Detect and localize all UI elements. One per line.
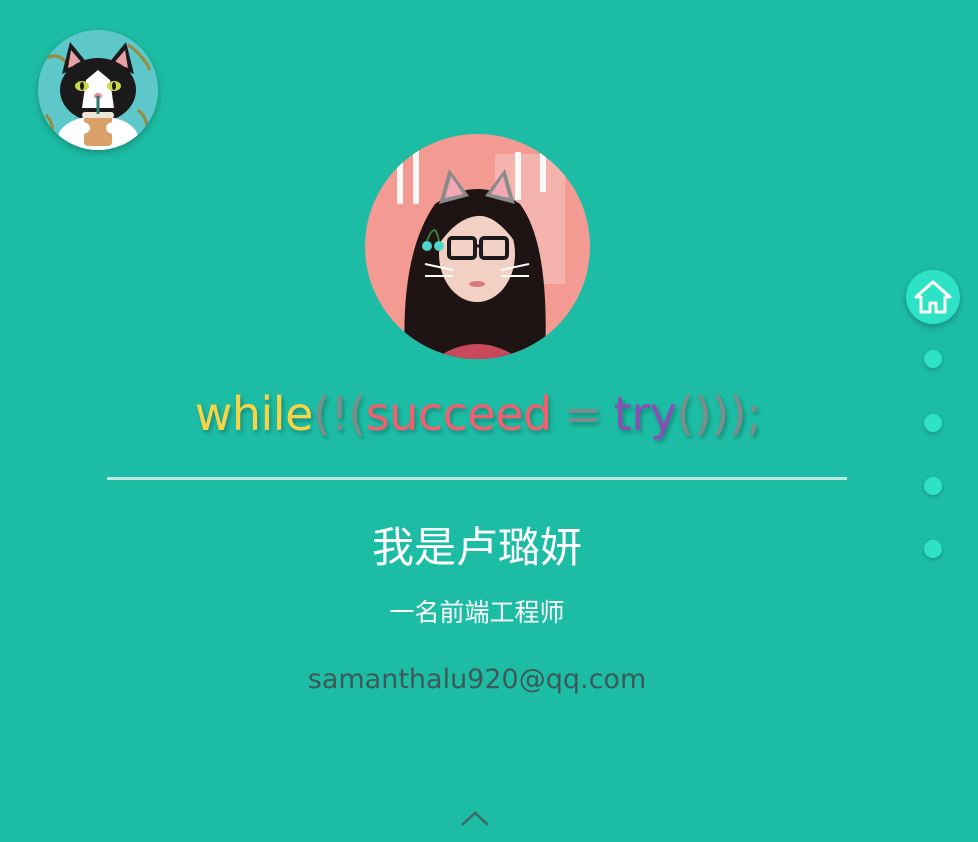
divider	[107, 477, 847, 480]
profile-avatar	[365, 134, 590, 359]
motto-code: while(!(succeed = try()));	[0, 386, 956, 442]
motto-open-paren-2: (	[348, 387, 366, 441]
cat-logo[interactable]	[38, 30, 158, 150]
home-button[interactable]	[906, 270, 960, 324]
motto-while: while	[194, 387, 314, 441]
person-email[interactable]: samanthalu920@qq.com	[0, 660, 954, 700]
scroll-up-button[interactable]	[458, 805, 492, 829]
motto-succeed: succeed	[365, 387, 553, 441]
cat-ears-portrait-icon	[365, 134, 590, 359]
nav-dot-3[interactable]	[924, 477, 942, 495]
nav-dot-4[interactable]	[924, 540, 942, 558]
cat-with-drink-icon	[38, 30, 158, 150]
nav-dot-1[interactable]	[924, 350, 942, 368]
motto-equals: =	[563, 387, 603, 441]
chevron-up-icon	[461, 811, 489, 826]
home-icon	[914, 280, 952, 314]
nav-dot-2[interactable]	[924, 414, 942, 432]
motto-bang: !	[330, 387, 349, 441]
person-role: 一名前端工程师	[389, 598, 565, 627]
person-name: 我是卢璐妍	[371, 523, 582, 572]
motto-close: ()));	[676, 387, 762, 441]
motto-open-paren: (	[312, 387, 331, 441]
motto-try: try	[613, 387, 677, 441]
